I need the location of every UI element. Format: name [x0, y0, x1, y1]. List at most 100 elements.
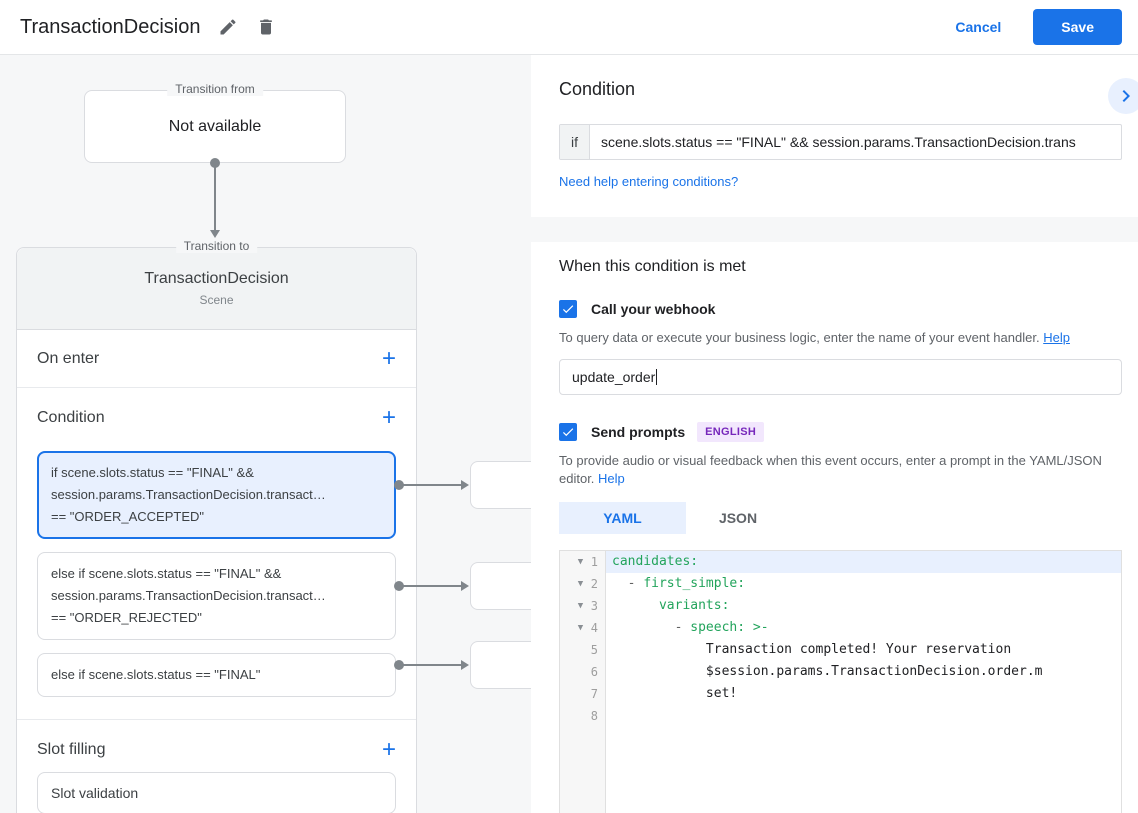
editor-tabs: YAML JSON [559, 502, 1122, 534]
code-token: - [612, 576, 644, 591]
transition-target-node[interactable] [470, 461, 531, 509]
prompts-help-link[interactable]: Help [598, 471, 625, 486]
code-token: first_simple: [643, 576, 746, 591]
condition-detail-panel: Condition if scene.slots.status == "FINA… [531, 55, 1138, 813]
chevron-right-icon [1122, 90, 1130, 102]
editor-line-number: 5 [590, 643, 598, 657]
collapse-panel-button[interactable] [1108, 78, 1138, 114]
transition-to-box: Transition to TransactionDecision Scene … [16, 239, 417, 813]
editor-gutter-row: 5 [560, 639, 605, 661]
save-button[interactable]: Save [1033, 9, 1122, 45]
condition-panel-title: Condition [559, 79, 636, 99]
condition-section: Condition + if scene.slots.status == "FI… [17, 388, 416, 720]
transition-to-legend: Transition to [175, 239, 258, 253]
delete-scene-button[interactable] [256, 17, 276, 37]
editor-line-number: 3 [590, 599, 598, 613]
condition-expression-row: if scene.slots.status == "FINAL" && sess… [559, 124, 1122, 160]
when-met-title: When this condition is met [559, 258, 746, 275]
tab-yaml[interactable]: YAML [559, 502, 686, 534]
code-token: set! [612, 686, 738, 701]
arrow-down-icon [210, 230, 220, 238]
editor-line-number: 2 [590, 577, 598, 591]
arrow-right-icon [461, 480, 469, 490]
editor-line-number: 4 [590, 621, 598, 635]
condition-section-label: Condition [37, 409, 105, 426]
editor-gutter-row: ▼ 1 [560, 551, 605, 573]
fold-arrow-icon[interactable]: ▼ [578, 557, 591, 567]
editor-line-number: 1 [590, 555, 598, 569]
code-token: speech: >- [690, 620, 769, 635]
fold-arrow-icon[interactable]: ▼ [578, 623, 591, 633]
connector-line [399, 664, 461, 666]
on-enter-label: On enter [37, 349, 100, 367]
condition-text: session.params.TransactionDecision.trans… [51, 487, 326, 502]
add-condition-button[interactable]: + [382, 406, 396, 430]
page-title: TransactionDecision [20, 15, 201, 38]
send-prompts-label: Send prompts [591, 424, 686, 440]
top-bar: TransactionDecision Cancel Save [0, 0, 1138, 55]
webhook-name-input[interactable]: update_order [559, 359, 1122, 395]
scene-name: TransactionDecision [144, 270, 289, 287]
code-token: $session.params.TransactionDecision.orde… [612, 664, 1043, 679]
slot-validation-card[interactable]: Slot validation [37, 772, 396, 813]
call-webhook-checkbox[interactable] [559, 300, 577, 318]
editor-code-area[interactable]: candidates: - first_simple: variants: - … [606, 551, 1121, 813]
editor-code-line[interactable]: - first_simple: [606, 573, 1121, 595]
code-token: candidates: [612, 554, 699, 569]
webhook-checkbox-row: Call your webhook [559, 300, 1122, 318]
prompts-description: To provide audio or visual feedback when… [559, 452, 1122, 488]
cancel-button[interactable]: Cancel [955, 19, 1001, 35]
edit-scene-button[interactable] [218, 17, 238, 37]
tab-json[interactable]: JSON [686, 502, 790, 534]
condition-card[interactable]: else if scene.slots.status == "FINAL" &&… [37, 552, 396, 640]
prompts-description-text: To provide audio or visual feedback when… [559, 453, 1102, 486]
code-token: Transaction completed! Your reservation [612, 642, 1012, 657]
condition-expression-section: Condition if scene.slots.status == "FINA… [531, 55, 1138, 217]
prompts-checkbox-row: Send prompts ENGLISH [559, 422, 1122, 442]
editor-code-line[interactable]: $session.params.TransactionDecision.orde… [606, 661, 1121, 683]
transition-target-node[interactable] [470, 562, 531, 610]
fold-arrow-icon[interactable]: ▼ [578, 601, 591, 611]
editor-code-line[interactable]: candidates: [606, 551, 1121, 573]
section-divider [531, 217, 1138, 242]
editor-code-line[interactable]: variants: [606, 595, 1121, 617]
checkmark-icon [562, 428, 574, 437]
send-prompts-checkbox[interactable] [559, 423, 577, 441]
editor-code-line[interactable]: set! [606, 683, 1121, 705]
editor-code-line[interactable]: - speech: >- [606, 617, 1121, 639]
webhook-description-text: To query data or execute your business l… [559, 330, 1040, 345]
scene-diagram-canvas: Transition from Not available Transition… [0, 55, 531, 813]
add-on-enter-button[interactable]: + [382, 346, 396, 371]
condition-text: == "ORDER_ACCEPTED" [51, 509, 204, 524]
editor-gutter-row: ▼ 2 [560, 573, 605, 595]
editor-code-line[interactable]: Transaction completed! Your reservation [606, 639, 1121, 661]
call-webhook-label: Call your webhook [591, 301, 716, 317]
slot-filling-section: Slot filling + Slot validation [17, 720, 416, 813]
editor-line-number: 8 [590, 709, 598, 723]
fold-arrow-icon[interactable]: ▼ [578, 579, 591, 589]
yaml-code-editor[interactable]: ▼ 1 ▼ 2 ▼ 3 ▼ 4 5 6 7 8 candidates: - first_simple:… [559, 550, 1122, 813]
code-token: variants: [658, 598, 730, 613]
editor-line-number: 6 [590, 665, 598, 679]
editor-code-line[interactable] [606, 705, 1121, 727]
pencil-icon [220, 19, 236, 35]
on-enter-section: On enter + [17, 330, 416, 388]
editor-gutter-row: 8 [560, 705, 605, 727]
editor-gutter-row: 7 [560, 683, 605, 705]
condition-text: session.params.TransactionDecision.trans… [51, 588, 326, 603]
condition-expression-input[interactable]: scene.slots.status == "FINAL" && session… [590, 125, 1121, 159]
webhook-help-link[interactable]: Help [1043, 330, 1070, 345]
language-badge: ENGLISH [697, 422, 765, 442]
editor-line-number: 7 [590, 687, 598, 701]
transition-target-node[interactable] [470, 641, 531, 689]
condition-card-selected[interactable]: if scene.slots.status == "FINAL" && sess… [37, 451, 396, 539]
if-prefix-label: if [560, 125, 590, 159]
condition-text: else if scene.slots.status == "FINAL" [51, 667, 261, 682]
editor-gutter-row: 6 [560, 661, 605, 683]
scene-header[interactable]: TransactionDecision Scene [17, 248, 416, 330]
condition-card[interactable]: else if scene.slots.status == "FINAL" [37, 653, 396, 697]
condition-text: else if scene.slots.status == "FINAL" && [51, 566, 282, 581]
condition-help-link[interactable]: Need help entering conditions? [559, 174, 738, 189]
add-slot-button[interactable]: + [382, 738, 396, 762]
